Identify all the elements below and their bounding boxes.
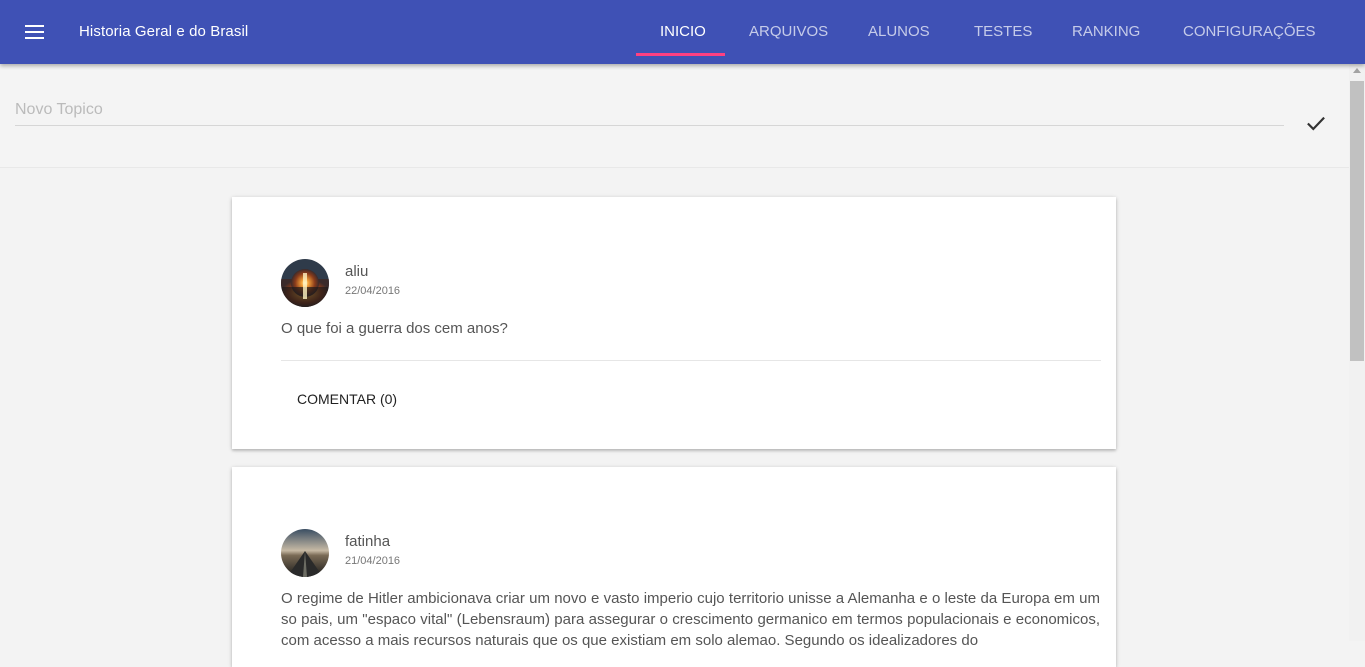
app-bar: Historia Geral e do Brasil INICIO ARQUIV… bbox=[0, 0, 1365, 64]
post-text: O regime de Hitler ambicionava criar um … bbox=[281, 590, 1100, 649]
tab-alunos[interactable]: ALUNOS bbox=[868, 23, 930, 40]
scrollbar-thumb[interactable] bbox=[1350, 81, 1364, 361]
scroll-up-arrow-icon[interactable] bbox=[1353, 68, 1361, 73]
tab-inicio[interactable]: INICIO bbox=[660, 23, 706, 40]
new-topic-bar bbox=[0, 64, 1349, 168]
active-tab-indicator bbox=[636, 53, 725, 56]
avatar bbox=[281, 529, 329, 577]
tab-ranking[interactable]: RANKING bbox=[1072, 23, 1140, 40]
comment-button[interactable]: COMENTAR (0) bbox=[281, 381, 413, 417]
nav-tabs: INICIO ARQUIVOS ALUNOS TESTES RANKING CO… bbox=[0, 0, 1365, 64]
check-icon[interactable] bbox=[1303, 110, 1329, 136]
post-card: fatinha 21/04/2016 O regime de Hitler am… bbox=[232, 467, 1116, 667]
tab-testes[interactable]: TESTES bbox=[974, 23, 1032, 40]
post-date: 22/04/2016 bbox=[345, 285, 401, 297]
post-text: O que foi a guerra dos cem anos? bbox=[281, 320, 508, 337]
new-topic-input[interactable] bbox=[15, 94, 1284, 126]
scrollbar[interactable] bbox=[1349, 64, 1365, 641]
divider bbox=[281, 360, 1101, 361]
post-card: aliu 22/04/2016 O que foi a guerra dos c… bbox=[232, 197, 1116, 449]
post-date: 21/04/2016 bbox=[345, 555, 401, 567]
post-author: aliu bbox=[345, 263, 369, 280]
avatar bbox=[281, 259, 329, 307]
tab-arquivos[interactable]: ARQUIVOS bbox=[749, 23, 828, 40]
post-author: fatinha bbox=[345, 533, 391, 550]
tab-configuracoes[interactable]: CONFIGURAÇÕES bbox=[1183, 23, 1316, 40]
